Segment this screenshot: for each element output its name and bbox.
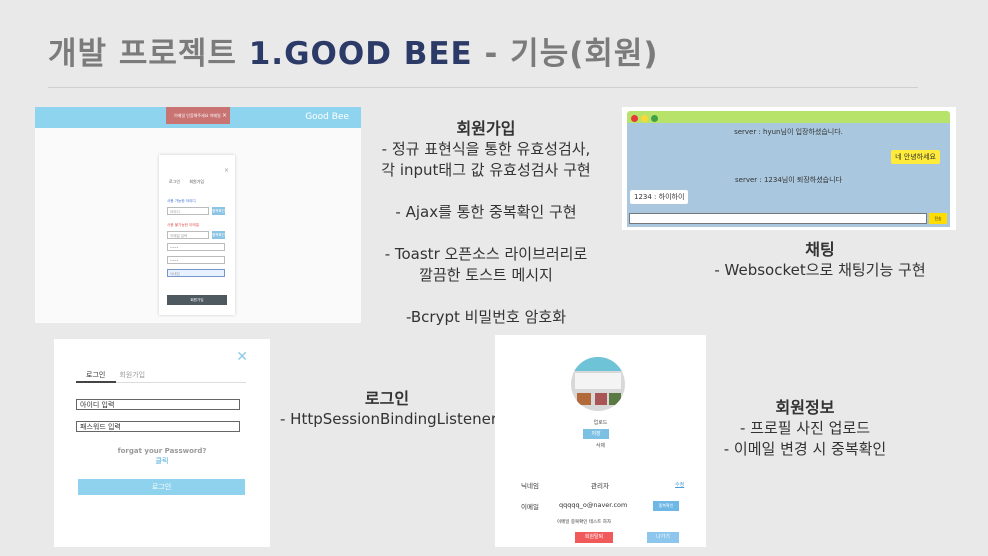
- signup-desc-line: 깔끔한 토스트 메시지: [419, 266, 553, 284]
- my-message-bubble: 네 안녕하세요: [891, 150, 940, 164]
- login-tabs: 로그인 회원가입: [86, 370, 145, 380]
- id-valid-label: 사용 가능한 아이디: [167, 199, 196, 203]
- signup-desc-line: -Bcrypt 비밀번호 암호화: [406, 308, 566, 326]
- signup-desc-line: - Toastr 오픈소스 라이브러리로: [384, 245, 588, 263]
- id-field[interactable]: 아이디: [167, 207, 209, 215]
- other-message-bubble: 1234 : 하이하이: [630, 190, 689, 204]
- minimize-dot-icon[interactable]: [641, 115, 648, 122]
- profile-desc-line: - 프로필 사진 업로드: [739, 419, 871, 437]
- chat-input[interactable]: [629, 213, 927, 224]
- profile-description: 회원정보 - 프로필 사진 업로드 - 이메일 변경 시 중복확인: [712, 397, 898, 460]
- login-button[interactable]: 로그인: [78, 479, 245, 495]
- email-invalid-label: 사용 불가능한 이메일: [167, 223, 200, 227]
- send-button[interactable]: 전송: [929, 213, 947, 224]
- id-check-button[interactable]: 중복확인: [212, 207, 225, 215]
- profile-photo: [571, 357, 625, 411]
- profile-desc-line: - 이메일 변경 시 중복확인: [723, 440, 887, 458]
- password-confirm-field[interactable]: ••••: [167, 256, 225, 264]
- tab-active-indicator: [76, 381, 116, 383]
- password-input[interactable]: 패스워드 입력: [76, 421, 240, 432]
- brand-logo: Good Bee: [305, 112, 349, 122]
- signup-modal: × 로그인 회원가입 사용 가능한 아이디 아이디 중복확인 사용 불가능한 이…: [159, 155, 235, 315]
- tab-login[interactable]: 로그인: [86, 371, 105, 379]
- forgot-password-link[interactable]: 클릭: [54, 456, 270, 466]
- tab-signup[interactable]: 회원가입: [189, 179, 204, 184]
- toast-message: 이메일 인증해주세요 이메일 ×: [166, 107, 230, 124]
- email-label: 이메일: [521, 503, 539, 511]
- maximize-dot-icon[interactable]: [651, 115, 658, 122]
- delete-link[interactable]: 삭제: [495, 442, 706, 449]
- chat-screenshot: server : hyun님이 입장하셨습니다. 네 안녕하세요 server …: [622, 107, 956, 230]
- nickname-label: 닉네임: [521, 482, 539, 490]
- profile-heading: 회원정보: [775, 398, 835, 417]
- signup-desc-line: - 정규 표현식을 통한 유효성검사,: [381, 140, 591, 158]
- nickname-value: 관리자: [591, 482, 609, 490]
- login-screenshot: ✕ 로그인 회원가입 아이디 입력 패스워드 입력 forgat your Pas…: [54, 339, 270, 547]
- title-suffix: - 기능(회원): [472, 36, 659, 72]
- signup-description: 회원가입 - 정규 표현식을 통한 유효성검사, 각 input태그 값 유효성…: [371, 118, 601, 328]
- signup-submit-button[interactable]: 회원가입: [167, 295, 227, 305]
- slide-title: 개발 프로젝트 1.GOOD BEE - 기능(회원): [48, 28, 659, 73]
- profile-screenshot: 업로드 저장 삭제 닉네임 관리자 수정 이메일 qqqqq_o@naver.c…: [495, 335, 706, 547]
- chat-desc-line: - Websocket으로 채팅기능 구현: [714, 261, 926, 279]
- signup-desc-line: 각 input태그 값 유효성검사 구현: [381, 161, 591, 179]
- save-button[interactable]: 저장: [583, 429, 609, 439]
- tab-login[interactable]: 로그인: [169, 179, 180, 184]
- upload-link[interactable]: 업로드: [495, 419, 706, 426]
- login-description: 로그인 - HttpSessionBindingListener: [280, 388, 498, 430]
- chat-heading: 채팅: [805, 240, 835, 259]
- chat-body: server : hyun님이 입장하셨습니다. 네 안녕하세요 server …: [627, 123, 950, 227]
- title-project-name: 1.GOOD BEE: [248, 36, 473, 72]
- exit-button[interactable]: 나가기: [647, 532, 679, 543]
- system-message: server : hyun님이 입장하셨습니다.: [734, 128, 843, 136]
- close-icon[interactable]: ×: [224, 167, 229, 174]
- login-desc-line: - HttpSessionBindingListener: [280, 410, 498, 428]
- email-check-button[interactable]: 중복확인: [212, 231, 225, 239]
- email-check-message: 이메일 중복확인 테스트 하자: [557, 520, 611, 525]
- forgot-password-text: forgat your Password?: [117, 447, 207, 455]
- chat-description: 채팅 - Websocket으로 채팅기능 구현: [700, 239, 940, 281]
- email-dup-check-button[interactable]: 중복확인: [653, 501, 679, 511]
- signup-heading: 회원가입: [456, 119, 516, 138]
- nickname-field[interactable]: 닉네임: [167, 269, 225, 277]
- id-input[interactable]: 아이디 입력: [76, 399, 240, 410]
- signup-tabs: 로그인 회원가입: [169, 179, 212, 185]
- password-field[interactable]: ••••: [167, 243, 225, 251]
- system-message: server : 1234님이 퇴장하셨습니다: [735, 176, 842, 184]
- toast-text: 이메일 인증해주세요 이메일: [174, 113, 221, 118]
- signup-screenshot: Good Bee 이메일 인증해주세요 이메일 × × 로그인 회원가입 사용 …: [35, 107, 361, 323]
- tab-signup[interactable]: 회원가입: [119, 371, 145, 379]
- email-field[interactable]: 이메일 입력: [167, 231, 209, 239]
- signup-desc-line: - Ajax를 통한 중복확인 구현: [395, 203, 577, 221]
- chat-titlebar: [627, 111, 950, 123]
- close-icon[interactable]: ✕: [236, 349, 248, 365]
- close-icon[interactable]: ×: [222, 107, 227, 124]
- close-dot-icon[interactable]: [631, 115, 638, 122]
- withdraw-button[interactable]: 회원탈퇴: [575, 532, 613, 543]
- title-korean: 개발 프로젝트: [48, 36, 249, 72]
- title-divider: [48, 87, 918, 88]
- login-heading: 로그인: [364, 389, 410, 408]
- nickname-modify-link[interactable]: 수정: [675, 481, 684, 488]
- email-value[interactable]: qqqqq_o@naver.com: [559, 501, 627, 509]
